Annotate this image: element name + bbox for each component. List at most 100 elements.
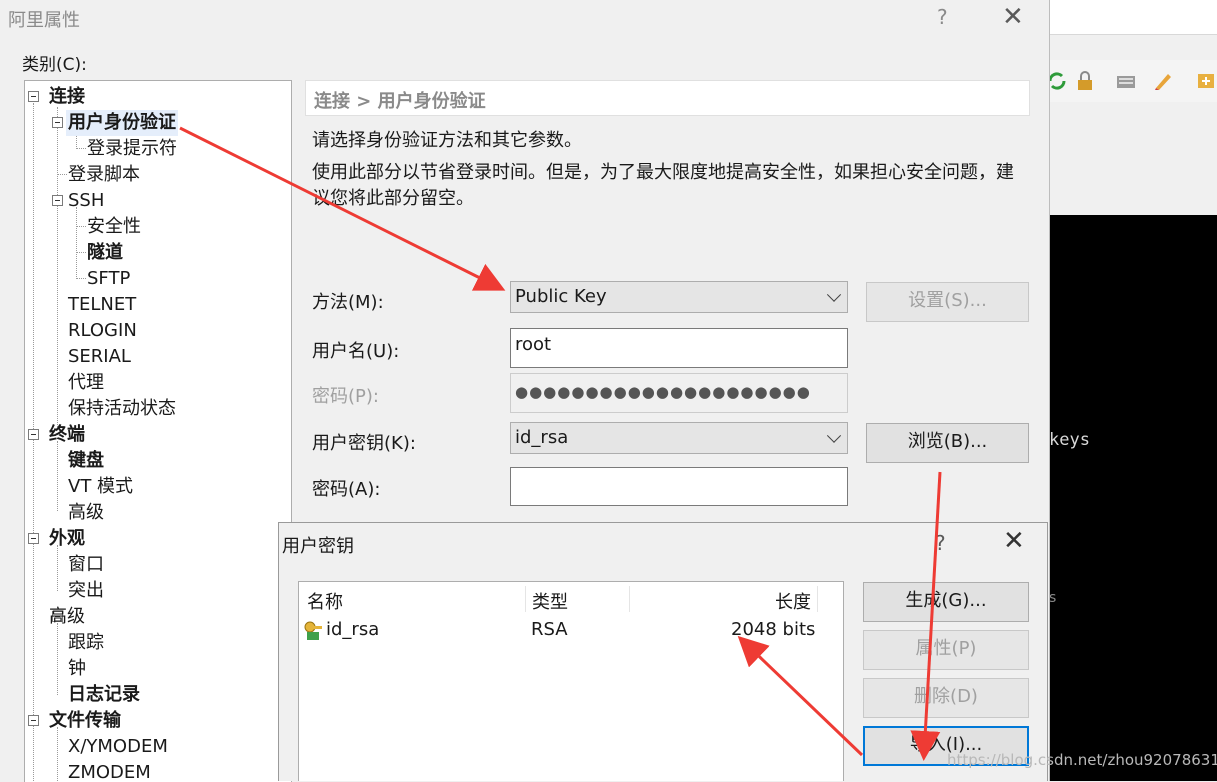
collapse-icon[interactable] <box>28 91 39 102</box>
description-text: 请选择身份验证方法和其它参数。 <box>312 130 582 151</box>
chevron-down-icon <box>826 287 842 302</box>
tree-line <box>57 727 58 782</box>
settings-button[interactable]: 设置(S)... <box>866 282 1029 322</box>
generate-button[interactable]: 生成(G)... <box>863 582 1029 622</box>
tree-item-login-prompts[interactable]: 登录提示符 <box>87 136 177 162</box>
tree-item-tunneling[interactable]: 隧道 <box>87 240 123 266</box>
subdialog-title: 用户密钥 <box>282 536 354 557</box>
close-icon[interactable]: ✕ <box>1003 526 1025 556</box>
tree-item-highlight[interactable]: 突出 <box>68 578 104 604</box>
background-app-window: keys s <box>1048 0 1217 781</box>
description-text-2b: 议您将此部分留空。 <box>312 188 474 209</box>
category-tree[interactable]: 连接 用户身份验证 登录提示符 登录脚本 SSH 安全性 隧道 SFTP TEL… <box>24 80 292 782</box>
tree-line <box>57 107 58 427</box>
tree-line <box>57 623 58 695</box>
tree-item-xymodem[interactable]: X/YMODEM <box>68 734 168 760</box>
username-input[interactable]: root <box>510 328 848 368</box>
column-separator[interactable] <box>525 586 526 612</box>
terminal-text: keys <box>1049 430 1090 450</box>
tree-item-connection[interactable]: 连接 <box>49 84 85 110</box>
tree-line <box>76 148 86 149</box>
password-label: 密码(P): <box>312 386 379 407</box>
pencil-icon[interactable] <box>1152 70 1174 92</box>
close-icon[interactable]: ✕ <box>1002 2 1024 32</box>
key-name-cell: id_rsa <box>326 619 380 640</box>
tree-item-appearance[interactable]: 外观 <box>49 526 85 552</box>
watermark: https://blog.csdn.net/zhou920786312 <box>947 751 1217 769</box>
collapse-icon[interactable] <box>52 195 63 206</box>
tree-item-keepalive[interactable]: 保持活动状态 <box>68 396 176 422</box>
column-separator[interactable] <box>629 586 630 612</box>
chevron-down-icon <box>826 428 842 443</box>
key-list[interactable]: 名称 类型 长度 id_rsa RSA 2048 bits <box>298 581 844 781</box>
password-input[interactable]: ●●●●●●●●●●●●●●●●●●●●● <box>510 373 848 413</box>
tree-item-security[interactable]: 安全性 <box>87 214 141 240</box>
tree-item-keyboard[interactable]: 键盘 <box>68 448 104 474</box>
passphrase-input[interactable] <box>510 467 848 506</box>
tree-line <box>76 207 77 279</box>
tree-line <box>76 226 86 227</box>
tree-line <box>76 278 86 279</box>
new-session-icon[interactable] <box>1195 70 1217 92</box>
help-icon[interactable]: ? <box>935 531 946 555</box>
tree-item-window[interactable]: 窗口 <box>68 552 104 578</box>
background-title-bar <box>1049 0 1217 35</box>
tree-item-sftp[interactable]: SFTP <box>87 266 130 292</box>
key-type-cell: RSA <box>531 619 568 640</box>
tree-item-file-transfer[interactable]: 文件传输 <box>49 708 121 734</box>
column-header-type[interactable]: 类型 <box>532 588 568 614</box>
background-toolbar <box>1048 60 1217 102</box>
tree-line <box>57 174 67 175</box>
tree-item-vt-mode[interactable]: VT 模式 <box>68 474 133 500</box>
passphrase-label: 密码(A): <box>312 479 381 500</box>
tree-item-login-script[interactable]: 登录脚本 <box>68 162 140 188</box>
username-label: 用户名(U): <box>312 341 400 362</box>
collapse-icon[interactable] <box>28 429 39 440</box>
tree-item-zmodem[interactable]: ZMODEM <box>68 760 151 782</box>
help-icon[interactable]: ? <box>937 5 948 29</box>
breadcrumb-text: 连接 > 用户身份验证 <box>314 91 486 112</box>
properties-button[interactable]: 属性(P) <box>863 630 1029 670</box>
method-select[interactable]: Public Key <box>510 281 848 313</box>
keyboard-icon[interactable] <box>1115 70 1137 92</box>
tree-line <box>33 103 34 782</box>
column-separator[interactable] <box>817 586 818 612</box>
key-length-cell: 2048 bits <box>731 619 816 640</box>
tree-item-serial[interactable]: SERIAL <box>68 344 131 370</box>
lock-icon[interactable] <box>1074 70 1096 92</box>
tree-item-terminal[interactable]: 终端 <box>49 422 85 448</box>
password-mask: ●●●●●●●●●●●●●●●●●●●●● <box>515 383 811 401</box>
user-keys-dialog: 用户密钥 ? ✕ 名称 类型 长度 id_rsa RSA 2048 bits 生… <box>278 522 1048 781</box>
user-key-select[interactable]: id_rsa <box>510 422 848 454</box>
key-icon <box>304 621 322 640</box>
user-key-value: id_rsa <box>515 427 569 448</box>
tree-item-bell[interactable]: 钟 <box>68 656 86 682</box>
description-text-2a: 使用此部分以节省登录时间。但是，为了最大限度地提高安全性，如果担心安全问题，建 <box>312 162 1014 183</box>
column-header-name[interactable]: 名称 <box>307 588 343 614</box>
method-value: Public Key <box>515 286 607 307</box>
tree-item-trace[interactable]: 跟踪 <box>68 630 104 656</box>
tree-item-user-auth[interactable]: 用户身份验证 <box>66 110 178 136</box>
terminal-glyph: s <box>1049 590 1057 606</box>
terminal-area[interactable]: keys s <box>1049 215 1217 781</box>
tree-item-proxy[interactable]: 代理 <box>68 370 104 396</box>
collapse-icon[interactable] <box>28 533 39 544</box>
column-header-length[interactable]: 长度 <box>775 588 811 614</box>
tree-item-advanced[interactable]: 高级 <box>49 604 85 630</box>
dialog-title: 阿里属性 <box>8 10 80 31</box>
tree-item-rlogin[interactable]: RLOGIN <box>68 318 137 344</box>
browse-button[interactable]: 浏览(B)... <box>866 423 1029 463</box>
method-label: 方法(M): <box>312 292 384 313</box>
tree-item-logging[interactable]: 日志记录 <box>68 682 140 708</box>
collapse-icon[interactable] <box>28 715 39 726</box>
breadcrumb: 连接 > 用户身份验证 <box>305 80 1030 116</box>
tree-item-telnet[interactable]: TELNET <box>68 292 136 318</box>
delete-button[interactable]: 删除(D) <box>863 678 1029 718</box>
tree-item-terminal-advanced[interactable]: 高级 <box>68 500 104 526</box>
tree-item-ssh[interactable]: SSH <box>68 188 104 214</box>
category-label: 类别(C): <box>22 55 87 75</box>
user-key-label: 用户密钥(K): <box>312 433 416 454</box>
tree-line <box>57 441 58 511</box>
tree-line <box>76 252 86 253</box>
collapse-icon[interactable] <box>52 117 63 128</box>
